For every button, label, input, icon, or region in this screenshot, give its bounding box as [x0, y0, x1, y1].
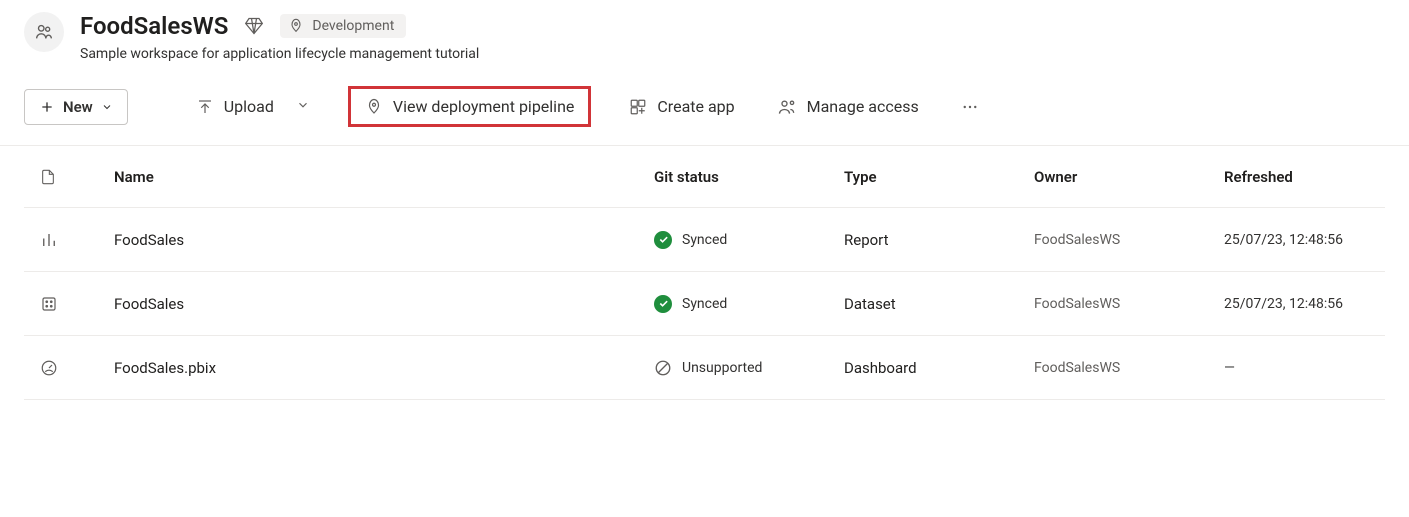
item-name: FoodSales.pbix — [114, 359, 654, 377]
dataset-icon — [24, 295, 114, 313]
create-app-button[interactable]: Create app — [625, 91, 738, 122]
plus-icon — [39, 99, 55, 115]
git-status-cell: Unsupported — [654, 359, 844, 377]
more-options-button[interactable] — [957, 94, 983, 120]
item-owner: FoodSalesWS — [1034, 360, 1224, 376]
people-manage-icon — [777, 97, 797, 117]
chevron-down-icon — [101, 101, 113, 113]
items-table: Name Git status Type Owner Refreshed Foo… — [0, 146, 1409, 400]
upload-chevron[interactable] — [292, 93, 314, 120]
new-button[interactable]: New — [24, 89, 128, 125]
item-type: Dashboard — [844, 359, 1034, 377]
ellipsis-icon — [961, 98, 979, 116]
view-deployment-pipeline-button[interactable]: View deployment pipeline — [348, 86, 592, 127]
file-header-icon — [24, 168, 114, 186]
item-owner: FoodSalesWS — [1034, 296, 1224, 312]
item-owner: FoodSalesWS — [1034, 232, 1224, 248]
dashboard-icon — [24, 359, 114, 377]
workspace-subtitle: Sample workspace for application lifecyc… — [80, 46, 479, 62]
col-refreshed[interactable]: Refreshed — [1224, 168, 1385, 186]
col-name[interactable]: Name — [114, 168, 654, 186]
item-type: Report — [844, 231, 1034, 249]
unsupported-icon — [654, 359, 672, 377]
upload-icon — [196, 98, 214, 116]
app-icon — [629, 98, 647, 116]
workspace-header: FoodSalesWS Development Sample workspace… — [0, 0, 1409, 76]
item-type: Dataset — [844, 295, 1034, 313]
stage-label: Development — [312, 18, 394, 34]
col-owner[interactable]: Owner — [1034, 168, 1224, 186]
premium-icon — [244, 16, 264, 36]
table-row[interactable]: FoodSales.pbix Unsupported Dashboard Foo… — [24, 336, 1385, 400]
report-icon — [24, 231, 114, 249]
upload-button[interactable]: Upload — [192, 91, 278, 122]
rocket-icon — [365, 98, 383, 116]
synced-icon — [654, 295, 672, 313]
workspace-title: FoodSalesWS — [80, 12, 228, 40]
people-icon — [33, 21, 55, 43]
table-row[interactable]: FoodSales Synced Dataset FoodSalesWS 25/… — [24, 272, 1385, 336]
item-refreshed: — — [1224, 360, 1385, 376]
git-status-cell: Synced — [654, 231, 844, 249]
item-refreshed: 25/07/23, 12:48:56 — [1224, 296, 1385, 312]
synced-icon — [654, 231, 672, 249]
toolbar: New Upload — [0, 76, 1409, 146]
item-refreshed: 25/07/23, 12:48:56 — [1224, 232, 1385, 248]
table-header-row: Name Git status Type Owner Refreshed — [24, 146, 1385, 208]
col-type[interactable]: Type — [844, 168, 1034, 186]
workspace-avatar — [24, 12, 64, 52]
item-name: FoodSales — [114, 295, 654, 313]
git-status-cell: Synced — [654, 295, 844, 313]
table-row[interactable]: FoodSales Synced Report FoodSalesWS 25/0… — [24, 208, 1385, 272]
stage-badge[interactable]: Development — [280, 14, 406, 38]
rocket-icon — [288, 18, 304, 34]
item-name: FoodSales — [114, 231, 654, 249]
col-git-status[interactable]: Git status — [654, 168, 844, 186]
manage-access-button[interactable]: Manage access — [773, 91, 923, 123]
